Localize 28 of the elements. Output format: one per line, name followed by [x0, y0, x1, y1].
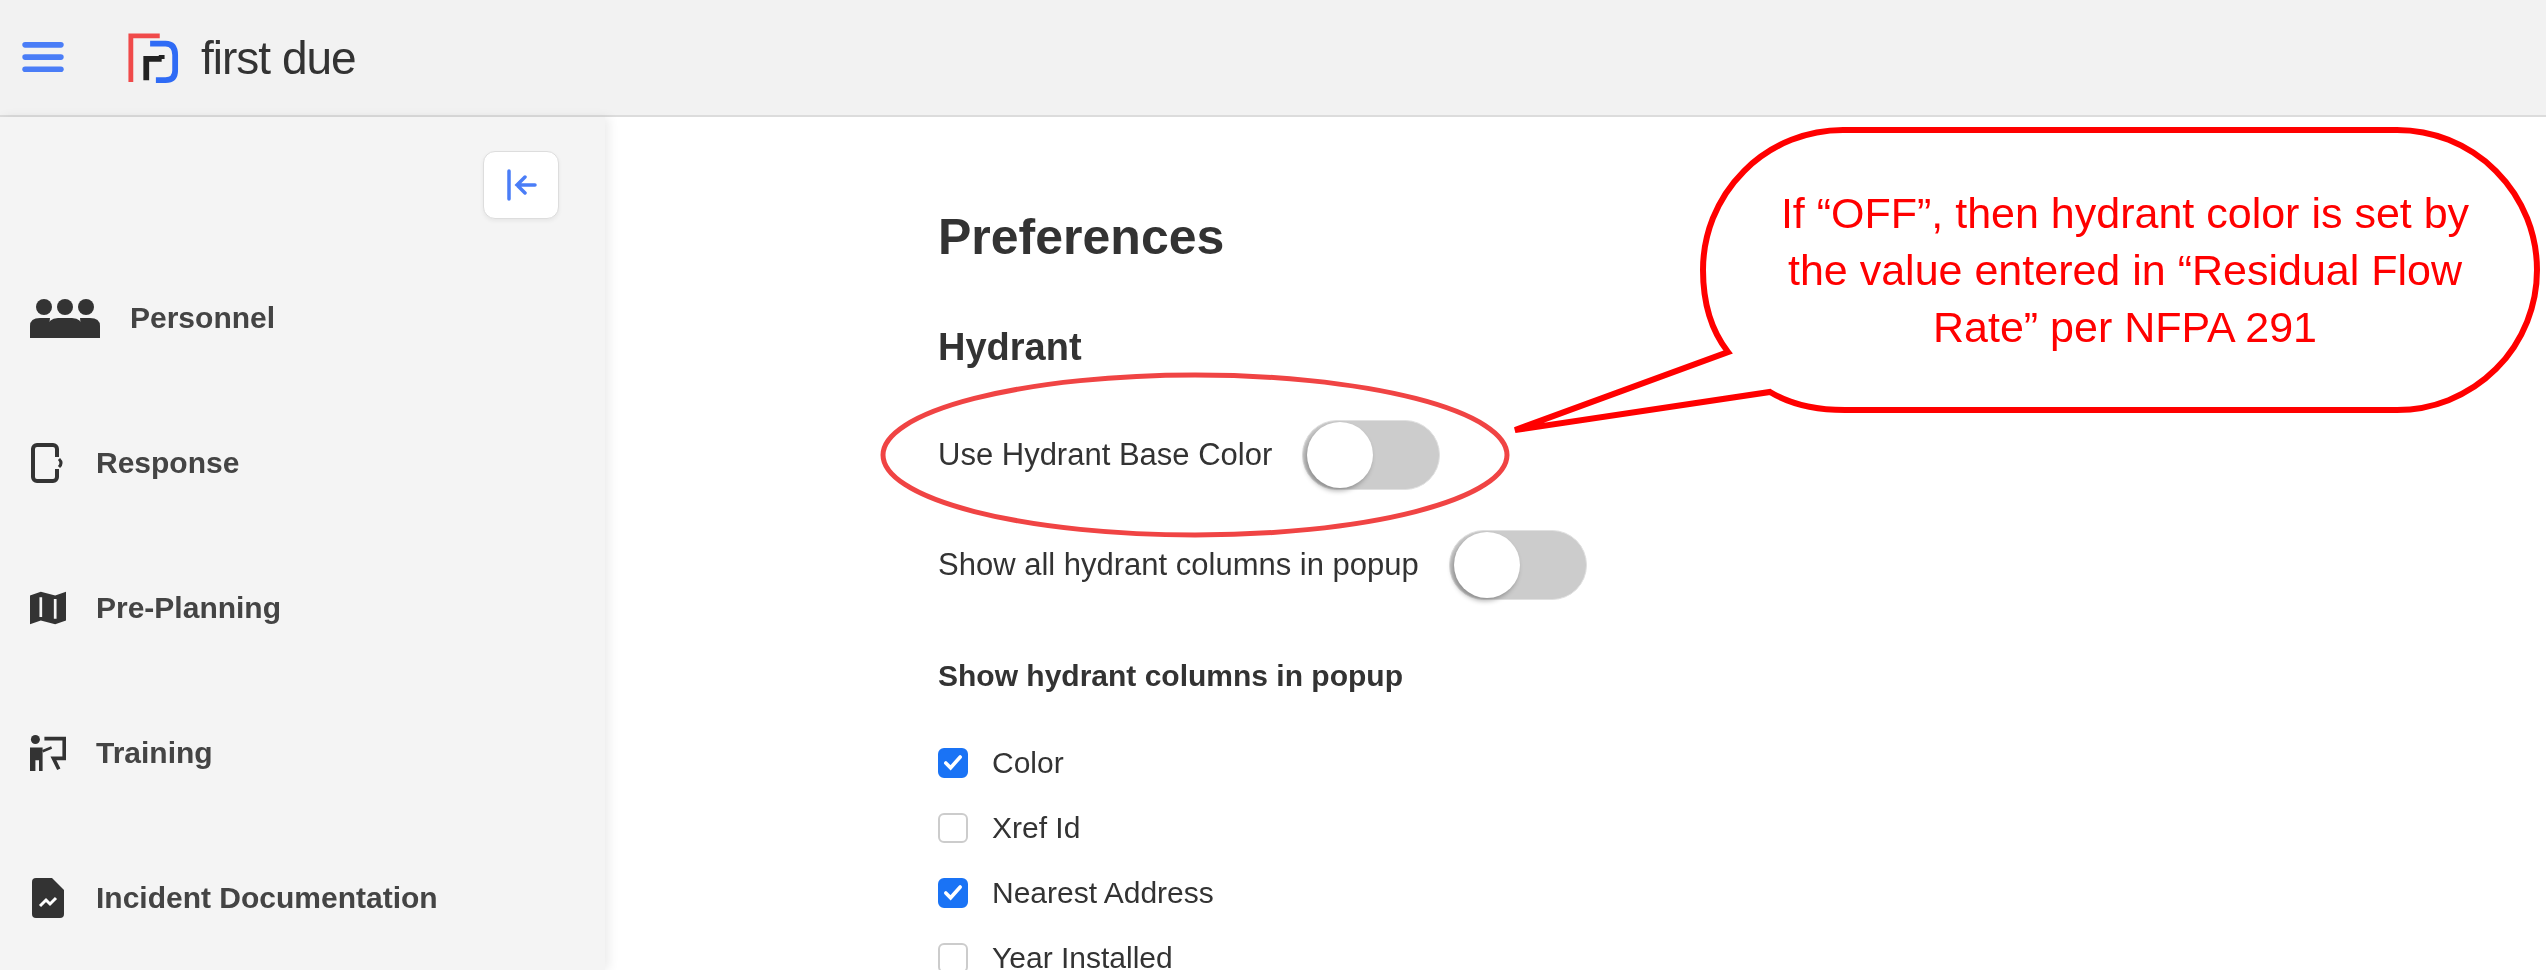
checkbox[interactable]	[938, 812, 968, 843]
toggle-label: Show all hydrant columns in popup	[938, 547, 1419, 583]
sidebar-item[interactable]: Personnel	[0, 245, 605, 390]
toggle-label: Use Hydrant Base Color	[938, 437, 1273, 473]
collapse-sidebar-button[interactable]	[483, 151, 559, 219]
checkbox-label: Nearest Address	[992, 875, 1214, 910]
callout-text: If “OFF”, then hydrant color is set by the value entered in “Residual Flow Rate” per NFPA 291	[1779, 188, 2471, 353]
phone-icon	[30, 442, 66, 483]
sidebar-item[interactable]: Incident Documentation	[0, 825, 605, 970]
page-title: Preferences	[938, 209, 1225, 265]
checkbox-label: Year Installed	[992, 940, 1173, 970]
document-icon	[30, 877, 66, 918]
checkbox[interactable]	[938, 747, 968, 778]
subsection-heading: Show hydrant columns in popup	[938, 659, 1403, 693]
menu-icon[interactable]	[21, 41, 65, 74]
checkbox-label: Xref Id	[992, 810, 1081, 845]
section-heading: Hydrant	[938, 325, 1082, 369]
sidebar-item[interactable]: Training	[0, 680, 605, 825]
presenter-icon	[30, 732, 66, 773]
logo-icon	[127, 31, 179, 84]
checkbox-label: Color	[992, 745, 1064, 780]
sidebar-item[interactable]: Pre-Planning	[0, 535, 605, 680]
checkbox[interactable]	[938, 877, 968, 908]
checkbox[interactable]	[938, 942, 968, 970]
sidebar-item[interactable]: Response	[0, 390, 605, 535]
brand-name: first due	[201, 30, 356, 85]
people-icon	[30, 297, 100, 338]
toggle-switch[interactable]	[1302, 420, 1441, 490]
